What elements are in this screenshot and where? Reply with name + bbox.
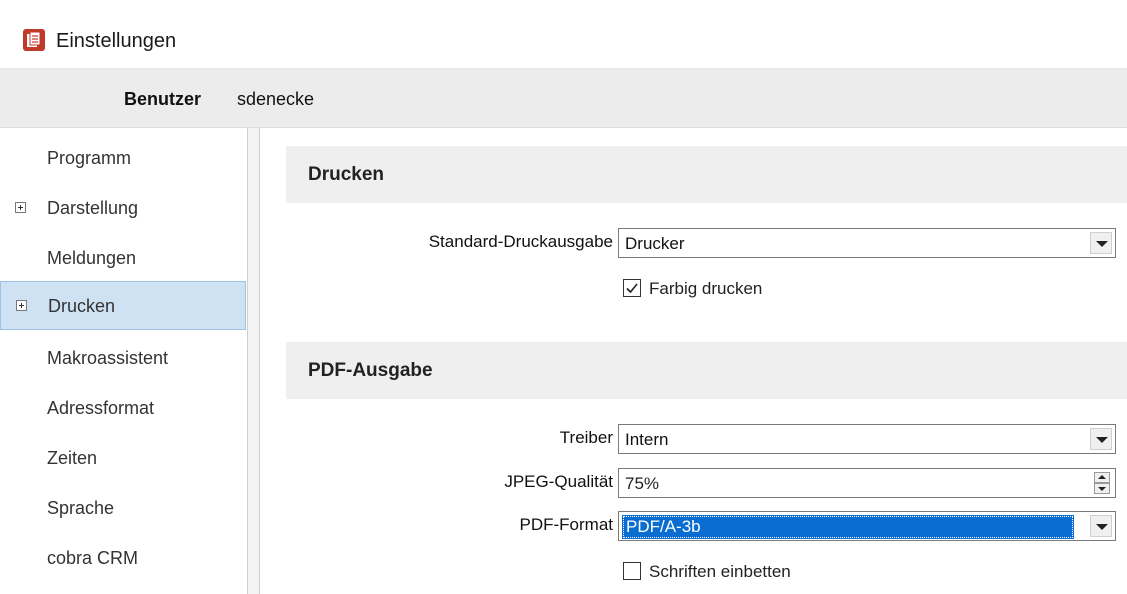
user-label: Benutzer (124, 89, 202, 109)
nav-item-darstellung[interactable]: Darstellung (0, 184, 246, 233)
select-value: Intern (625, 430, 669, 449)
checkbox-label: Farbig drucken (649, 279, 763, 298)
treiber-select[interactable]: Intern (618, 424, 1116, 454)
nav-item-zeiten[interactable]: Zeiten (0, 434, 246, 483)
pane-splitter[interactable] (248, 128, 260, 594)
spin-up-icon[interactable] (1094, 472, 1110, 483)
checkbox-label: Schriften einbetten (649, 562, 791, 581)
nav-item-programm[interactable]: Programm (0, 134, 246, 183)
section-title: Drucken (308, 164, 385, 185)
nav-item-drucken[interactable]: Drucken (0, 281, 246, 330)
nav-item-label: Sprache (47, 498, 115, 518)
checkmark-icon (626, 283, 638, 294)
spin-down-icon[interactable] (1094, 483, 1110, 494)
settings-content: Drucken Standard-Druckausgabe Drucker Fa… (260, 128, 1127, 594)
standard-druckausgabe-select[interactable]: Drucker (618, 228, 1116, 258)
stepper-value: 75% (625, 474, 660, 493)
nav-item-meldungen[interactable]: Meldungen (0, 234, 246, 283)
title-bar: Einstellungen (0, 0, 1127, 69)
farbig-drucken-checkbox[interactable]: Farbig drucken (623, 278, 843, 300)
nav-item-cobra-crm[interactable]: cobra CRM (0, 534, 246, 583)
nav-item-label: Darstellung (47, 198, 139, 218)
jpeg-qualitaet-label: JPEG-Qualität (504, 472, 613, 491)
standard-druckausgabe-label: Standard-Druckausgabe (428, 232, 613, 251)
pdf-format-select[interactable]: PDF/A-3b (618, 511, 1116, 541)
section-header-pdf-ausgabe: PDF-Ausgabe (286, 342, 1127, 399)
treiber-label: Treiber (559, 428, 613, 447)
nav-item-label: cobra CRM (47, 548, 139, 568)
nav-item-sprache[interactable]: Sprache (0, 484, 246, 533)
section-title: PDF-Ausgabe (308, 360, 433, 381)
section-header-drucken: Drucken (286, 146, 1127, 203)
checkbox-box[interactable] (623, 562, 641, 580)
chevron-down-icon[interactable] (1090, 232, 1112, 254)
nav-item-makroassistent[interactable]: Makroassistent (0, 334, 246, 383)
expand-plus-icon[interactable] (16, 300, 27, 311)
user-name: sdenecke (237, 89, 315, 109)
chevron-down-icon[interactable] (1090, 428, 1112, 450)
nav-item-label: Meldungen (47, 248, 137, 268)
expand-plus-icon[interactable] (15, 202, 26, 213)
nav-item-label: Adressformat (47, 398, 155, 418)
schriften-einbetten-checkbox[interactable]: Schriften einbetten (623, 561, 863, 583)
jpeg-qualitaet-stepper[interactable]: 75% (618, 468, 1116, 498)
settings-app-icon (23, 29, 45, 51)
nav-item-label: Programm (47, 148, 132, 168)
select-value: PDF/A-3b (622, 515, 1074, 539)
spin-buttons (1094, 472, 1110, 494)
nav-item-label: Makroassistent (47, 348, 169, 368)
nav-item-label: Zeiten (47, 448, 98, 468)
checkbox-box[interactable] (623, 279, 641, 297)
nav-item-adressformat[interactable]: Adressformat (0, 384, 246, 433)
settings-nav: Programm Darstellung Meldungen Drucken M… (0, 128, 248, 594)
user-bar: Benutzer sdenecke (0, 69, 1127, 128)
chevron-down-icon[interactable] (1090, 515, 1112, 537)
nav-item-label: Drucken (48, 296, 116, 316)
select-value: Drucker (625, 234, 685, 253)
pdf-format-label: PDF-Format (519, 515, 614, 534)
window-title: Einstellungen (56, 30, 177, 52)
